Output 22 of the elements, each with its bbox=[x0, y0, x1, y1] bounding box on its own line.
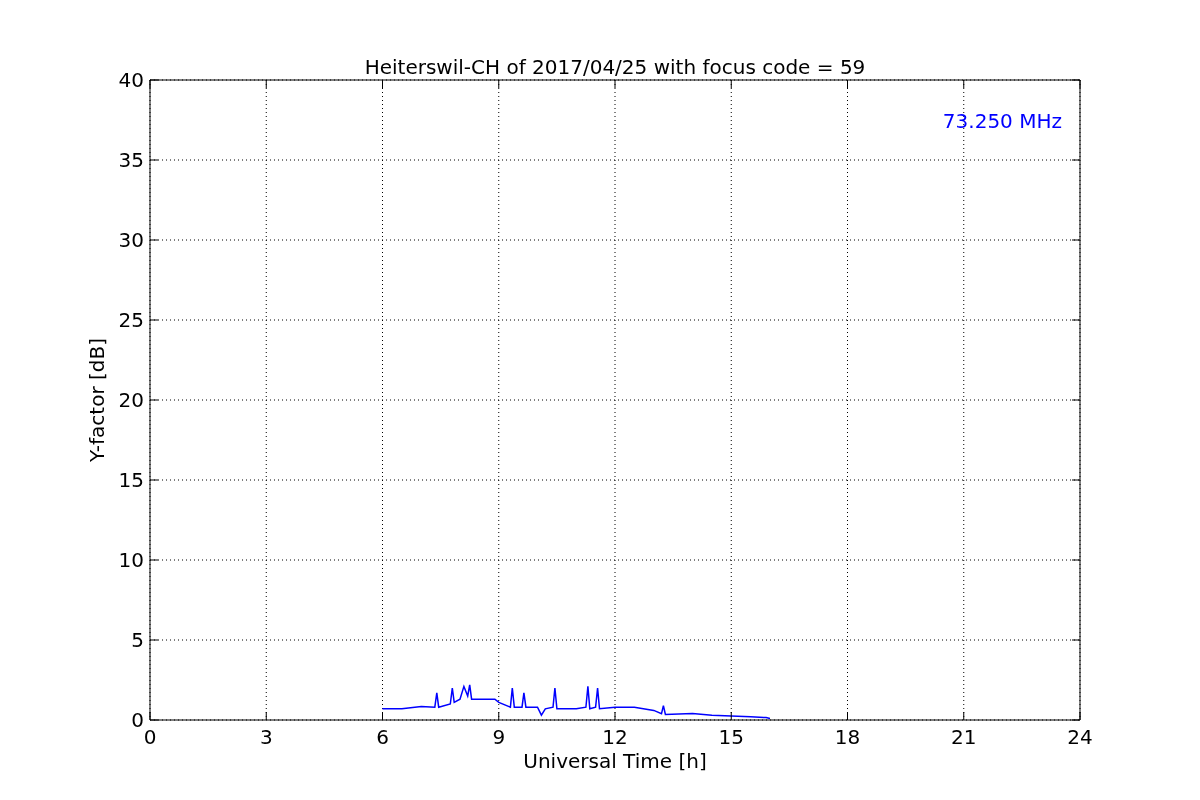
chart-title: Heiterswil-CH of 2017/04/25 with focus code = 59 bbox=[364, 55, 866, 79]
tick-label: 21 bbox=[951, 725, 977, 749]
tick-label: 35 bbox=[118, 148, 144, 172]
tick-label: 0 bbox=[131, 708, 144, 732]
tick-label: 15 bbox=[718, 725, 744, 749]
tick-label: 30 bbox=[118, 228, 144, 252]
tick-label: 24 bbox=[1067, 725, 1093, 749]
tick-label: 40 bbox=[118, 68, 144, 92]
series-label: 73.250 MHz bbox=[942, 109, 1062, 133]
tick-label: 15 bbox=[118, 468, 144, 492]
tick-label: 20 bbox=[118, 388, 144, 412]
tick-label: 0 bbox=[143, 725, 157, 749]
tick-label: 3 bbox=[259, 725, 273, 749]
y-axis-label: Y-factor [dB] bbox=[85, 338, 109, 462]
x-axis-label: Universal Time [h] bbox=[523, 749, 707, 773]
tick-label: 25 bbox=[118, 308, 144, 332]
tick-label: 10 bbox=[118, 548, 144, 572]
tick-label: 12 bbox=[602, 725, 628, 749]
tick-label: 9 bbox=[492, 725, 506, 749]
tick-label: 6 bbox=[376, 725, 389, 749]
tick-label: 18 bbox=[834, 725, 861, 749]
tick-label: 5 bbox=[131, 628, 144, 652]
